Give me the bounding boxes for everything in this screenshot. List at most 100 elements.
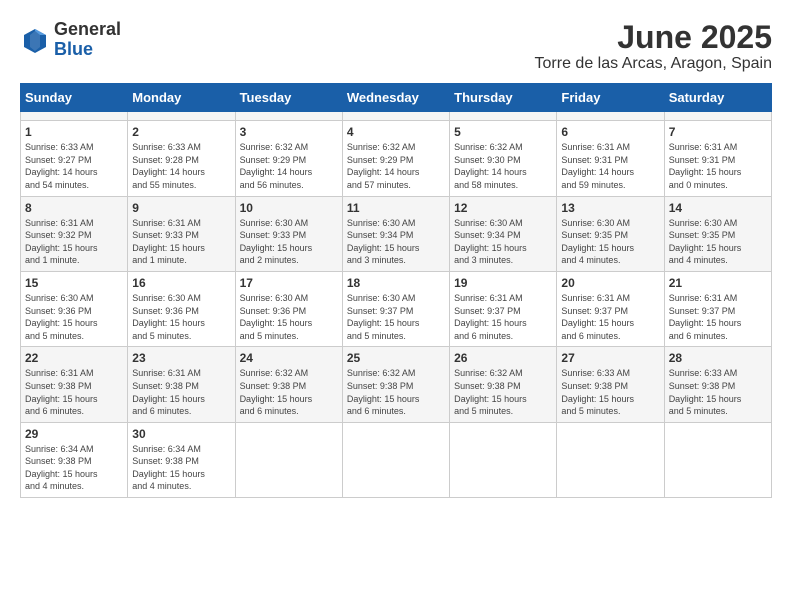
calendar-week-row: 8 Sunrise: 6:31 AM Sunset: 9:32 PM Daylig…	[21, 196, 772, 271]
header-friday: Friday	[557, 84, 664, 112]
day-info: Sunrise: 6:32 AM Sunset: 9:30 PM Dayligh…	[454, 141, 552, 191]
day-number: 6	[561, 125, 659, 139]
day-number: 10	[240, 201, 338, 215]
day-info: Sunrise: 6:33 AM Sunset: 9:28 PM Dayligh…	[132, 141, 230, 191]
calendar-cell: 17Sunrise: 6:30 AM Sunset: 9:36 PM Dayli…	[235, 271, 342, 346]
calendar-cell: 1Sunrise: 6:33 AM Sunset: 9:27 PM Daylig…	[21, 121, 128, 196]
calendar-cell: 24 Sunrise: 6:32 AM Sunset: 9:38 PM Dayli…	[235, 347, 342, 422]
calendar-cell: 6 Sunrise: 6:31 AM Sunset: 9:31 PM Daylig…	[557, 121, 664, 196]
calendar-cell: 30 Sunrise: 6:34 AM Sunset: 9:38 PM Dayli…	[128, 422, 235, 497]
day-info: Sunrise: 6:30 AM Sunset: 9:33 PM Dayligh…	[240, 217, 338, 267]
day-number: 18	[347, 276, 445, 290]
calendar-table: SundayMondayTuesdayWednesdayThursdayFrid…	[20, 83, 772, 498]
calendar-week-row	[21, 112, 772, 121]
day-info: Sunrise: 6:32 AM Sunset: 9:38 PM Dayligh…	[240, 367, 338, 417]
calendar-cell	[450, 112, 557, 121]
day-number: 19	[454, 276, 552, 290]
calendar-cell: 21Sunrise: 6:31 AM Sunset: 9:37 PM Dayli…	[664, 271, 771, 346]
calendar-cell: 4 Sunrise: 6:32 AM Sunset: 9:29 PM Daylig…	[342, 121, 449, 196]
calendar-cell: 27 Sunrise: 6:33 AM Sunset: 9:38 PM Dayli…	[557, 347, 664, 422]
day-number: 21	[669, 276, 767, 290]
calendar-cell: 10 Sunrise: 6:30 AM Sunset: 9:33 PM Dayli…	[235, 196, 342, 271]
calendar-cell: 25 Sunrise: 6:32 AM Sunset: 9:38 PM Dayli…	[342, 347, 449, 422]
calendar-cell: 22Sunrise: 6:31 AM Sunset: 9:38 PM Dayli…	[21, 347, 128, 422]
logo-icon	[20, 25, 50, 55]
calendar-cell: 19Sunrise: 6:31 AM Sunset: 9:37 PM Dayli…	[450, 271, 557, 346]
calendar-cell: 11 Sunrise: 6:30 AM Sunset: 9:34 PM Dayli…	[342, 196, 449, 271]
day-info: Sunrise: 6:33 AM Sunset: 9:27 PM Dayligh…	[25, 141, 123, 191]
day-number: 12	[454, 201, 552, 215]
day-number: 13	[561, 201, 659, 215]
calendar-cell: 28Sunrise: 6:33 AM Sunset: 9:38 PM Dayli…	[664, 347, 771, 422]
day-info: Sunrise: 6:34 AM Sunset: 9:38 PM Dayligh…	[132, 443, 230, 493]
day-info: Sunrise: 6:30 AM Sunset: 9:36 PM Dayligh…	[25, 292, 123, 342]
day-number: 28	[669, 351, 767, 365]
calendar-cell: 5 Sunrise: 6:32 AM Sunset: 9:30 PM Daylig…	[450, 121, 557, 196]
day-info: Sunrise: 6:31 AM Sunset: 9:31 PM Dayligh…	[561, 141, 659, 191]
day-number: 24	[240, 351, 338, 365]
header-wednesday: Wednesday	[342, 84, 449, 112]
day-number: 7	[669, 125, 767, 139]
day-info: Sunrise: 6:30 AM Sunset: 9:35 PM Dayligh…	[669, 217, 767, 267]
calendar-cell: 20 Sunrise: 6:31 AM Sunset: 9:37 PM Dayli…	[557, 271, 664, 346]
day-number: 2	[132, 125, 230, 139]
day-number: 26	[454, 351, 552, 365]
day-number: 30	[132, 427, 230, 441]
day-number: 5	[454, 125, 552, 139]
calendar-cell: 13Sunrise: 6:30 AM Sunset: 9:35 PM Dayli…	[557, 196, 664, 271]
calendar-cell: 16Sunrise: 6:30 AM Sunset: 9:36 PM Dayli…	[128, 271, 235, 346]
calendar-week-row: 15 Sunrise: 6:30 AM Sunset: 9:36 PM Dayli…	[21, 271, 772, 346]
day-number: 3	[240, 125, 338, 139]
calendar-cell	[450, 422, 557, 497]
calendar-cell	[664, 112, 771, 121]
day-number: 17	[240, 276, 338, 290]
header-thursday: Thursday	[450, 84, 557, 112]
header-saturday: Saturday	[664, 84, 771, 112]
header: General Blue June 2025 Torre de las Arca…	[20, 20, 772, 73]
calendar-cell: 29Sunrise: 6:34 AM Sunset: 9:38 PM Dayli…	[21, 422, 128, 497]
calendar-cell	[664, 422, 771, 497]
day-number: 23	[132, 351, 230, 365]
calendar-cell: 3 Sunrise: 6:32 AM Sunset: 9:29 PM Daylig…	[235, 121, 342, 196]
day-info: Sunrise: 6:32 AM Sunset: 9:29 PM Dayligh…	[347, 141, 445, 191]
calendar-cell: 14 Sunrise: 6:30 AM Sunset: 9:35 PM Dayli…	[664, 196, 771, 271]
calendar-cell: 9Sunrise: 6:31 AM Sunset: 9:33 PM Daylig…	[128, 196, 235, 271]
day-info: Sunrise: 6:31 AM Sunset: 9:37 PM Dayligh…	[561, 292, 659, 342]
day-info: Sunrise: 6:31 AM Sunset: 9:32 PM Dayligh…	[25, 217, 123, 267]
day-number: 8	[25, 201, 123, 215]
day-number: 20	[561, 276, 659, 290]
day-info: Sunrise: 6:33 AM Sunset: 9:38 PM Dayligh…	[561, 367, 659, 417]
header-monday: Monday	[128, 84, 235, 112]
day-info: Sunrise: 6:32 AM Sunset: 9:38 PM Dayligh…	[454, 367, 552, 417]
day-info: Sunrise: 6:30 AM Sunset: 9:37 PM Dayligh…	[347, 292, 445, 342]
calendar-cell	[21, 112, 128, 121]
day-info: Sunrise: 6:31 AM Sunset: 9:38 PM Dayligh…	[25, 367, 123, 417]
day-number: 16	[132, 276, 230, 290]
day-number: 4	[347, 125, 445, 139]
calendar-cell	[342, 422, 449, 497]
logo-text: General Blue	[54, 20, 121, 60]
month-title: June 2025	[535, 20, 772, 55]
calendar-cell	[235, 422, 342, 497]
day-info: Sunrise: 6:31 AM Sunset: 9:33 PM Dayligh…	[132, 217, 230, 267]
day-number: 25	[347, 351, 445, 365]
calendar-cell	[557, 422, 664, 497]
day-info: Sunrise: 6:32 AM Sunset: 9:38 PM Dayligh…	[347, 367, 445, 417]
day-info: Sunrise: 6:34 AM Sunset: 9:38 PM Dayligh…	[25, 443, 123, 493]
day-number: 14	[669, 201, 767, 215]
day-info: Sunrise: 6:30 AM Sunset: 9:34 PM Dayligh…	[454, 217, 552, 267]
day-number: 27	[561, 351, 659, 365]
logo: General Blue	[20, 20, 121, 60]
day-info: Sunrise: 6:30 AM Sunset: 9:34 PM Dayligh…	[347, 217, 445, 267]
header-sunday: Sunday	[21, 84, 128, 112]
location-title: Torre de las Arcas, Aragon, Spain	[535, 55, 772, 73]
calendar-cell: 8 Sunrise: 6:31 AM Sunset: 9:32 PM Daylig…	[21, 196, 128, 271]
day-number: 11	[347, 201, 445, 215]
calendar-cell	[128, 112, 235, 121]
calendar-week-row: 29Sunrise: 6:34 AM Sunset: 9:38 PM Dayli…	[21, 422, 772, 497]
calendar-cell	[557, 112, 664, 121]
day-info: Sunrise: 6:32 AM Sunset: 9:29 PM Dayligh…	[240, 141, 338, 191]
title-area: June 2025 Torre de las Arcas, Aragon, Sp…	[535, 20, 772, 73]
calendar-cell: 2 Sunrise: 6:33 AM Sunset: 9:28 PM Daylig…	[128, 121, 235, 196]
day-number: 15	[25, 276, 123, 290]
